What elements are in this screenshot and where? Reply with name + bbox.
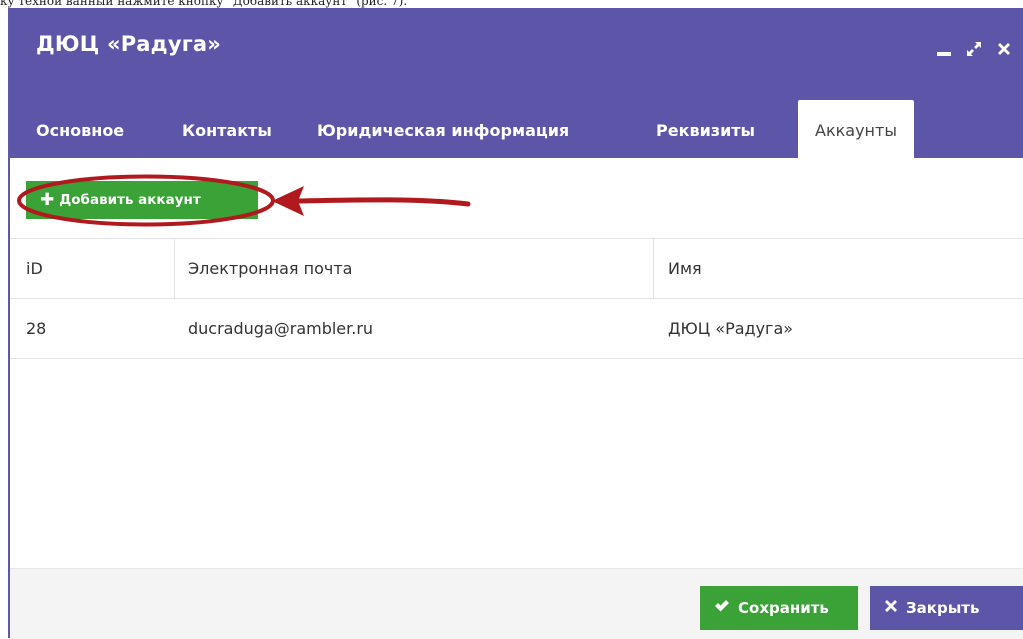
cell-email: ducraduga@rambler.ru: [188, 319, 374, 338]
account-dialog: ДЮЦ «Радуга» Основное Контакты Юридическ…: [8, 8, 1023, 639]
table-row[interactable]: 28 ducraduga@rambler.ru ДЮЦ «Радуга»: [10, 299, 1023, 359]
cell-id: 28: [26, 319, 47, 338]
tab-main[interactable]: Основное: [36, 100, 124, 158]
annotation-arrow: [272, 186, 471, 216]
tab-content: ✚ Добавить аккаунт iD Электронная почта …: [10, 158, 1023, 639]
table-header-row: iD Электронная почта Имя: [10, 239, 1023, 299]
expand-icon[interactable]: [963, 38, 985, 60]
cell-name: ДЮЦ «Радуга»: [668, 319, 794, 338]
column-header-id[interactable]: iD: [26, 239, 166, 298]
tab-contacts[interactable]: Контакты: [182, 100, 272, 158]
checkmark-icon: [714, 599, 730, 617]
x-icon: [884, 599, 898, 617]
dialog-header: ДЮЦ «Радуга» Основное Контакты Юридическ…: [10, 8, 1023, 158]
save-label: Сохранить: [738, 599, 829, 617]
column-header-email[interactable]: Электронная почта: [188, 239, 648, 298]
minimize-icon[interactable]: [933, 38, 955, 60]
window-controls: [933, 38, 1015, 60]
dialog-footer: Сохранить Закрыть: [10, 568, 1023, 639]
tab-accounts[interactable]: Аккаунты: [798, 100, 914, 158]
tab-requisites[interactable]: Реквизиты: [656, 100, 755, 158]
tab-bar: Основное Контакты Юридическая информация…: [10, 100, 1023, 158]
tab-legal-info[interactable]: Юридическая информация: [317, 100, 569, 158]
close-button[interactable]: Закрыть: [870, 586, 1023, 630]
save-button[interactable]: Сохранить: [700, 586, 858, 630]
close-label: Закрыть: [906, 599, 980, 617]
column-header-name[interactable]: Имя: [668, 239, 1018, 298]
accounts-table: iD Электронная почта Имя 28 ducraduga@ra…: [10, 238, 1023, 359]
column-divider: [653, 239, 654, 298]
add-account-label: Добавить аккаунт: [59, 192, 201, 208]
document-caption: ку техной ванный нажмите кнопку "Добавит…: [0, 0, 408, 8]
dialog-title: ДЮЦ «Радуга»: [36, 32, 222, 56]
add-account-button[interactable]: ✚ Добавить аккаунт: [26, 181, 258, 219]
close-icon[interactable]: [993, 38, 1015, 60]
plus-icon: ✚: [40, 189, 55, 210]
column-divider: [174, 239, 175, 298]
